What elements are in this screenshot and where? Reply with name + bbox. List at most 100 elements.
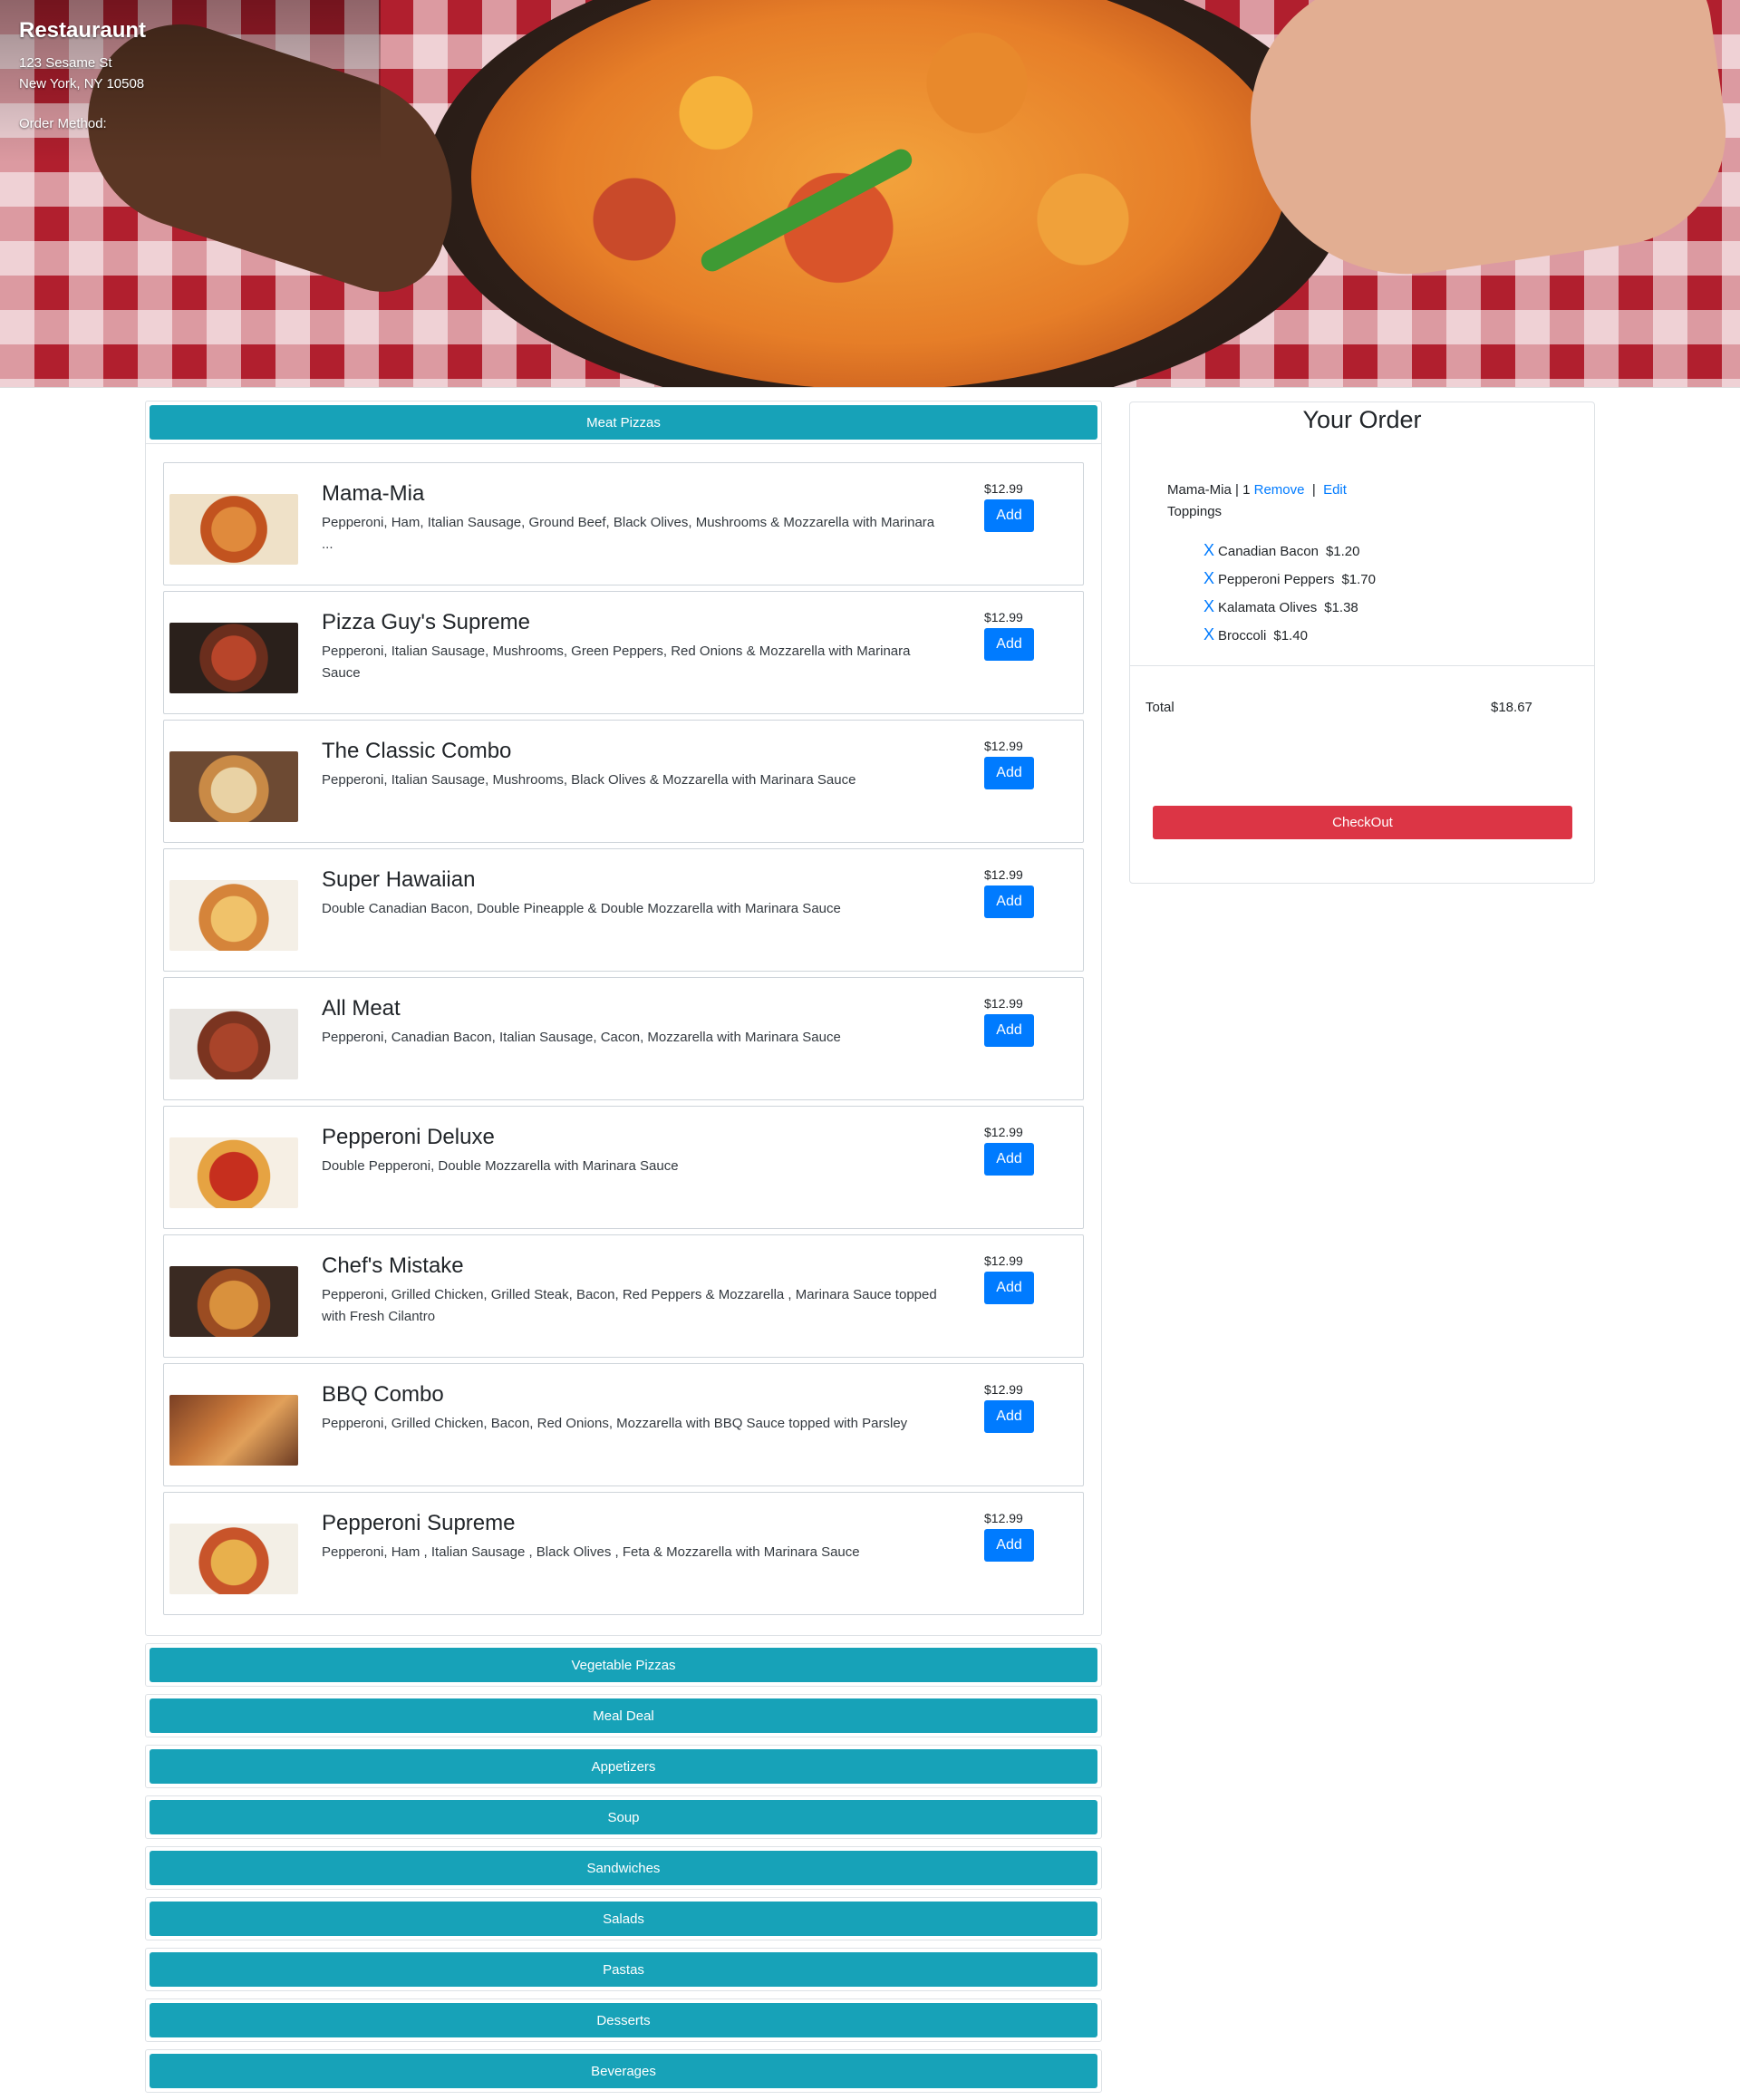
category-button[interactable]: Sandwiches: [150, 1851, 1097, 1885]
menu-item-photo: [169, 1009, 298, 1079]
category-panel: Beverages: [145, 2049, 1102, 2093]
add-button[interactable]: Add: [984, 628, 1034, 661]
checkout-button[interactable]: CheckOut: [1153, 806, 1572, 839]
menu-item: Super Hawaiian Double Canadian Bacon, Dou…: [163, 848, 1084, 972]
category-button[interactable]: Soup: [150, 1800, 1097, 1834]
category-panel: Vegetable Pizzas: [145, 1643, 1102, 1687]
total-value: $18.67: [1491, 700, 1532, 715]
menu-column: Meat Pizzas Mama-Mia Pepperoni, Ham, Ital…: [145, 401, 1102, 2100]
topping-row: X Kalamata Olives $1.38: [1204, 597, 1358, 616]
menu-item-description: Pepperoni, Italian Sausage, Mushrooms, B…: [322, 772, 856, 788]
order-panel: Your Order Mama-Mia | 1 Remove | Edit To…: [1129, 402, 1595, 884]
topping-price: $1.70: [1341, 572, 1376, 587]
menu-item-name: BBQ Combo: [322, 1382, 444, 1407]
menu-item-list: Mama-Mia Pepperoni, Ham, Italian Sausage,…: [146, 443, 1101, 1635]
order-item-line: Mama-Mia | 1 Remove | Edit: [1167, 482, 1347, 498]
menu-item-photo: [169, 1524, 298, 1594]
menu-item-price: $12.99: [984, 1253, 1023, 1268]
menu-item-price: $12.99: [984, 481, 1023, 496]
add-button[interactable]: Add: [984, 1143, 1034, 1176]
menu-item: Pepperoni Supreme Pepperoni, Ham , Italia…: [163, 1492, 1084, 1615]
other-categories: Vegetable Pizzas Meal Deal Appetizers Soup S…: [145, 1643, 1102, 2093]
category-button[interactable]: Meal Deal: [150, 1698, 1097, 1733]
menu-item-name: Chef's Mistake: [322, 1253, 464, 1278]
menu-item-description: Pepperoni, Grilled Chicken, Grilled Stea…: [322, 1287, 937, 1324]
menu-item-name: Pepperoni Deluxe: [322, 1125, 495, 1149]
add-button[interactable]: Add: [984, 1014, 1034, 1047]
menu-item-description: Pepperoni, Ham , Italian Sausage , Black…: [322, 1544, 860, 1560]
menu-item-description: Pepperoni, Canadian Bacon, Italian Sausa…: [322, 1030, 841, 1045]
menu-item: Mama-Mia Pepperoni, Ham, Italian Sausage,…: [163, 462, 1084, 585]
add-button[interactable]: Add: [984, 1272, 1034, 1304]
topping-row: X Pepperoni Peppers $1.70: [1204, 569, 1376, 588]
category-button[interactable]: Beverages: [150, 2054, 1097, 2088]
menu-item-price: $12.99: [984, 1125, 1023, 1139]
remove-link[interactable]: Remove: [1254, 482, 1305, 498]
menu-item-name: Pizza Guy's Supreme: [322, 610, 531, 634]
order-divider: [1130, 665, 1594, 666]
remove-topping-icon[interactable]: X: [1204, 597, 1214, 615]
order-method-label: Order Method:: [19, 116, 107, 131]
category-button[interactable]: Pastas: [150, 1952, 1097, 1987]
add-button[interactable]: Add: [984, 885, 1034, 918]
category-button[interactable]: Salads: [150, 1902, 1097, 1936]
menu-item: BBQ Combo Pepperoni, Grilled Chicken, Bac…: [163, 1363, 1084, 1486]
order-title: Your Order: [1302, 406, 1422, 433]
category-button-meat-pizzas[interactable]: Meat Pizzas: [150, 405, 1097, 440]
menu-item: Pizza Guy's Supreme Pepperoni, Italian Sa…: [163, 591, 1084, 714]
remove-topping-icon[interactable]: X: [1204, 541, 1214, 559]
topping-name: Kalamata Olives: [1218, 600, 1318, 615]
menu-item-name: Mama-Mia: [322, 481, 425, 506]
category-button[interactable]: Desserts: [150, 2003, 1097, 2037]
remove-topping-icon[interactable]: X: [1204, 625, 1214, 644]
category-panel: Sandwiches: [145, 1846, 1102, 1890]
topping-name: Broccoli: [1218, 628, 1267, 644]
menu-item-photo: [169, 751, 298, 822]
order-item-name: Mama-Mia: [1167, 482, 1232, 498]
add-button[interactable]: Add: [984, 1529, 1034, 1562]
menu-item-name: All Meat: [322, 996, 401, 1021]
menu-item-price: $12.99: [984, 610, 1023, 624]
address-line-2: New York, NY 10508: [19, 76, 145, 92]
remove-topping-icon[interactable]: X: [1204, 569, 1214, 587]
category-panel-meat-pizzas: Meat Pizzas Mama-Mia Pepperoni, Ham, Ital…: [145, 401, 1102, 1636]
order-item-quantity: 1: [1242, 482, 1251, 498]
category-panel: Meal Deal: [145, 1694, 1102, 1737]
toppings-label: Toppings: [1167, 504, 1223, 519]
menu-item-photo: [169, 1137, 298, 1208]
topping-price: $1.40: [1273, 628, 1308, 644]
menu-item-photo: [169, 1395, 298, 1466]
category-panel: Salads: [145, 1897, 1102, 1940]
menu-item-photo: [169, 1266, 298, 1337]
category-panel: Appetizers: [145, 1745, 1102, 1788]
menu-item-description: Double Canadian Bacon, Double Pineapple …: [322, 901, 841, 916]
menu-item-name: Super Hawaiian: [322, 867, 476, 892]
add-button[interactable]: Add: [984, 499, 1034, 532]
restaurant-info: Restauraunt 123 Sesame St New York, NY 1…: [19, 18, 146, 131]
menu-item-photo: [169, 880, 298, 951]
menu-item-description: Pepperoni, Grilled Chicken, Bacon, Red O…: [322, 1416, 908, 1431]
menu-item-photo: [169, 494, 298, 565]
menu-item: Pepperoni Deluxe Double Pepperoni, Double…: [163, 1106, 1084, 1229]
menu-item-description: Pepperoni, Ham, Italian Sausage, Ground …: [322, 515, 935, 552]
menu-item-photo: [169, 623, 298, 693]
topping-row: X Canadian Bacon $1.20: [1204, 541, 1359, 560]
topping-name: Canadian Bacon: [1218, 544, 1319, 559]
menu-item-description: Double Pepperoni, Double Mozzarella with…: [322, 1158, 679, 1174]
category-panel: Soup: [145, 1795, 1102, 1839]
add-button[interactable]: Add: [984, 1400, 1034, 1433]
category-panel: Pastas: [145, 1948, 1102, 1991]
order-item-separator: |: [1235, 482, 1239, 498]
edit-link[interactable]: Edit: [1323, 482, 1347, 498]
menu-item-price: $12.99: [984, 1382, 1023, 1397]
menu-item-price: $12.99: [984, 1511, 1023, 1525]
topping-row: X Broccoli $1.40: [1204, 625, 1308, 644]
topping-price: $1.20: [1325, 544, 1360, 559]
category-button[interactable]: Appetizers: [150, 1749, 1097, 1784]
menu-item-name: The Classic Combo: [322, 739, 512, 763]
topping-price: $1.38: [1324, 600, 1358, 615]
add-button[interactable]: Add: [984, 757, 1034, 789]
category-button[interactable]: Vegetable Pizzas: [150, 1648, 1097, 1682]
hero-banner: Restauraunt 123 Sesame St New York, NY 1…: [0, 0, 1740, 388]
menu-item: The Classic Combo Pepperoni, Italian Saus…: [163, 720, 1084, 843]
